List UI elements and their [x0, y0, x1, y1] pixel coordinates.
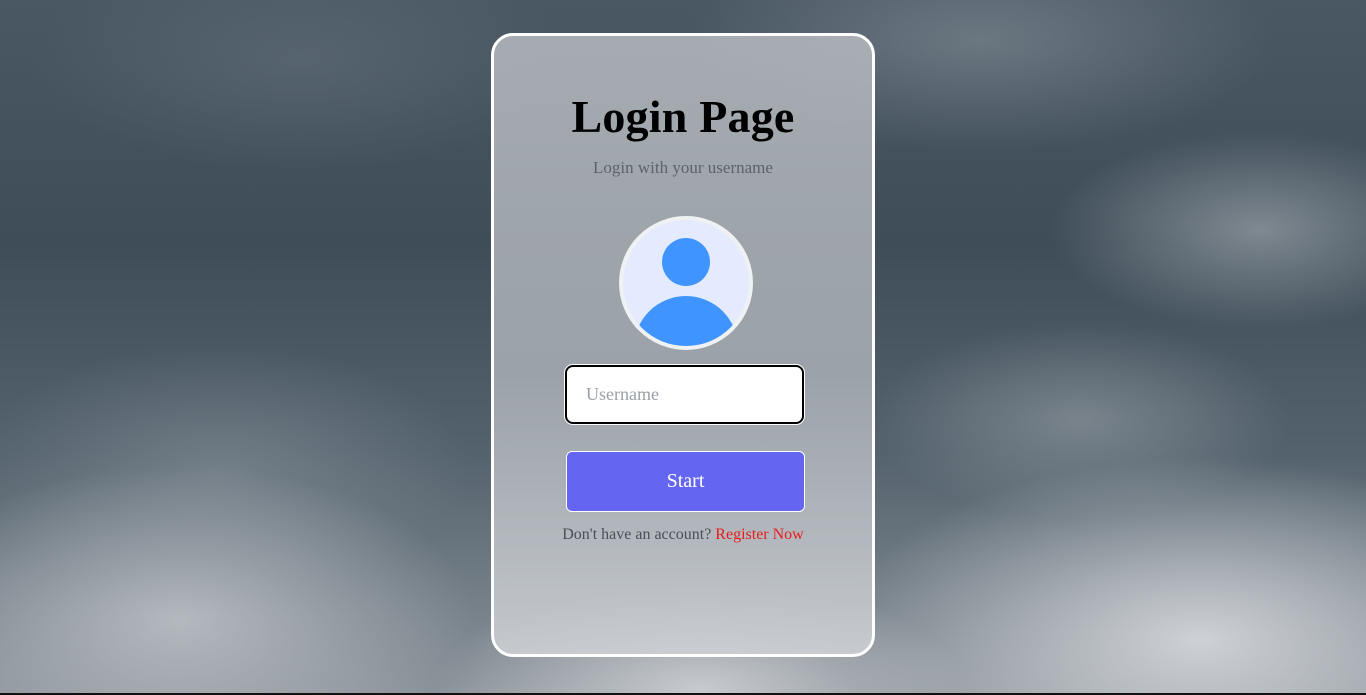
register-row: Don't have an account? Register Now [494, 526, 872, 544]
user-avatar-icon [619, 216, 753, 350]
page-title: Login Page [571, 91, 795, 142]
register-prompt: Don't have an account? [562, 526, 712, 543]
username-input[interactable] [565, 365, 804, 424]
page-subtitle: Login with your username [593, 158, 773, 177]
login-card: Login Page Login with your username Star… [491, 33, 875, 657]
register-link[interactable]: Register Now [715, 526, 803, 543]
start-button[interactable]: Start [566, 451, 805, 512]
